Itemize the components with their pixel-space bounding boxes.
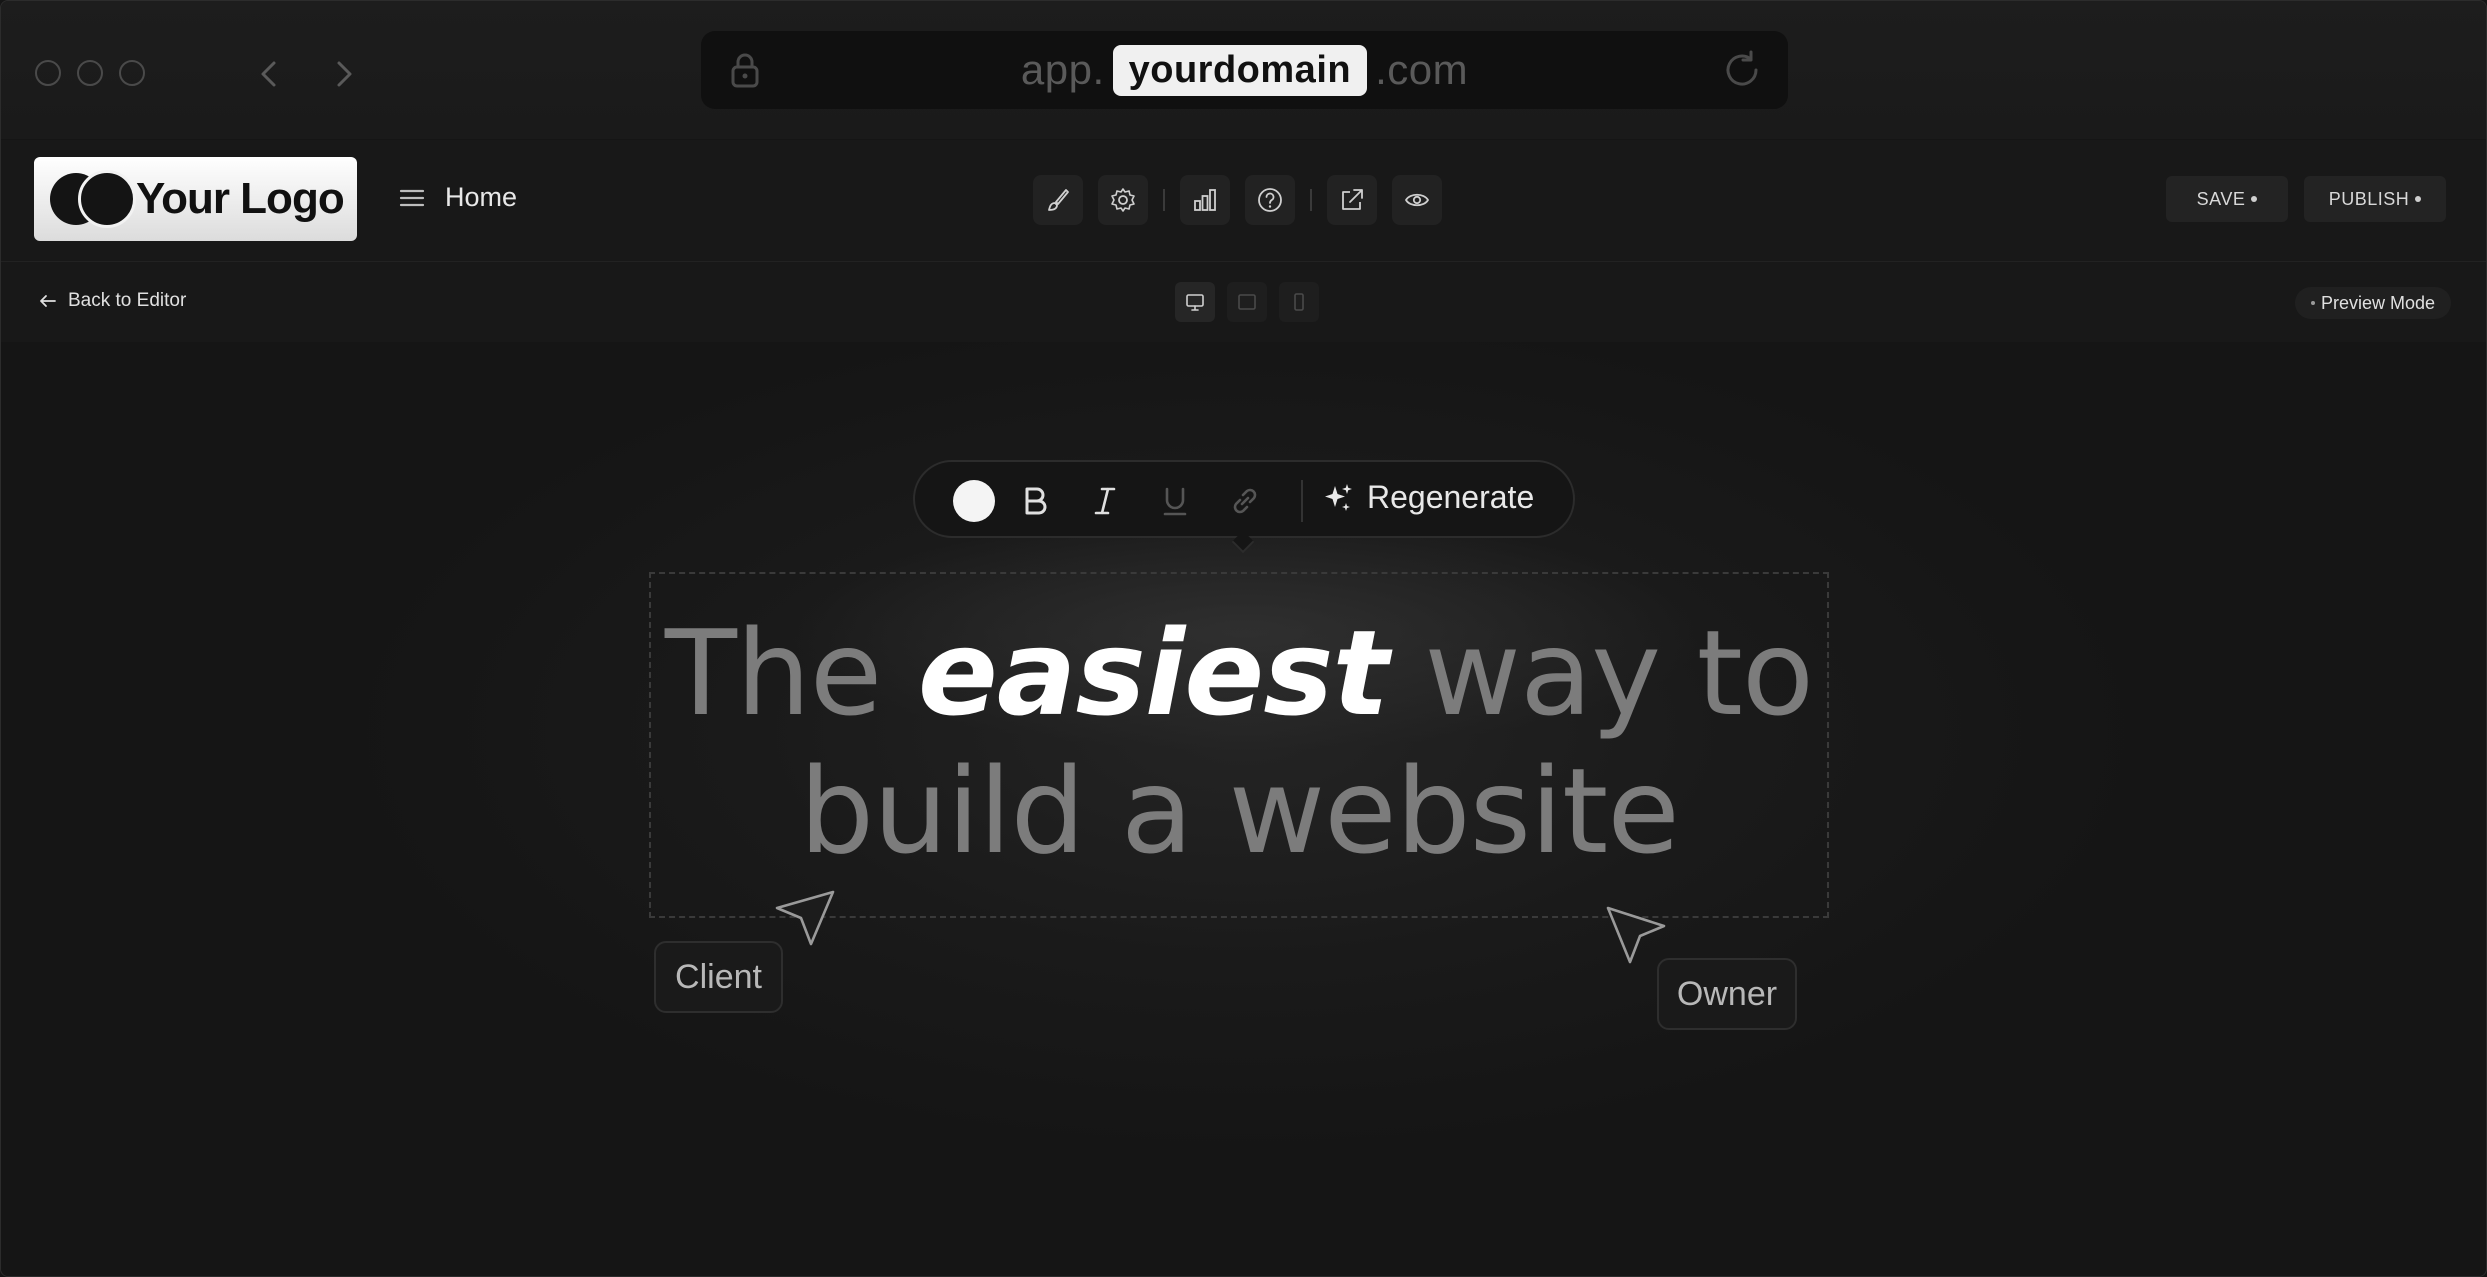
cursor-arrow-icon xyxy=(775,890,835,946)
headline-part-1: The xyxy=(664,604,918,742)
gear-icon xyxy=(1111,188,1135,212)
owner-label: Owner xyxy=(1657,958,1797,1030)
page-menu-button[interactable]: Home xyxy=(397,182,517,213)
arrow-left-icon xyxy=(40,295,56,307)
preview-subbar: Back to Editor Preview Mode xyxy=(1,262,2486,342)
save-label: SAVE xyxy=(2196,188,2246,209)
eye-icon xyxy=(1405,193,1429,207)
publish-label: PUBLISH xyxy=(2328,188,2410,209)
regenerate-label: Regenerate xyxy=(1367,479,1535,515)
bold-button[interactable] xyxy=(1015,481,1055,521)
address-bar[interactable]: app. yourdomain .com xyxy=(701,31,1788,109)
mobile-icon xyxy=(1294,293,1304,311)
settings-button[interactable] xyxy=(1098,175,1148,225)
tablet-icon xyxy=(1238,294,1256,310)
publish-status-dot xyxy=(2415,196,2422,202)
device-switcher xyxy=(1175,282,1319,322)
url-prefix: app. xyxy=(1020,46,1105,93)
client-label-text: Client xyxy=(675,957,762,996)
maximize-window-button[interactable] xyxy=(119,60,145,86)
help-icon xyxy=(1258,188,1282,212)
brush-icon xyxy=(1048,189,1069,211)
app-header: Your Logo Home SAVE PUBLISH xyxy=(1,140,2486,262)
link-button[interactable] xyxy=(1225,481,1265,521)
bar-chart-icon xyxy=(1194,189,1216,211)
underline-button[interactable] xyxy=(1155,481,1195,521)
client-label: Client xyxy=(654,941,783,1013)
logo-text: Your Logo xyxy=(136,174,345,223)
help-button[interactable] xyxy=(1245,175,1295,225)
current-page-label: Home xyxy=(445,182,518,212)
window-controls xyxy=(35,60,145,86)
save-button[interactable]: SAVE xyxy=(2166,176,2288,222)
logo[interactable]: Your Logo xyxy=(34,157,357,241)
url-domain: yourdomain xyxy=(1112,44,1368,96)
editor-canvas: Regenerate The easiest way to build a we… xyxy=(1,342,2486,1276)
tablet-view-button[interactable] xyxy=(1227,282,1267,322)
forward-navigation-button[interactable] xyxy=(324,55,362,93)
owner-label-text: Owner xyxy=(1676,974,1778,1013)
design-button[interactable] xyxy=(1033,175,1083,225)
publish-button[interactable]: PUBLISH xyxy=(2304,176,2446,222)
close-window-button[interactable] xyxy=(35,60,61,86)
desktop-view-button[interactable] xyxy=(1175,282,1215,322)
back-to-editor-label: Back to Editor xyxy=(68,290,187,311)
preview-mode-label: Preview Mode xyxy=(2321,292,2436,313)
toolbar-divider xyxy=(1301,480,1303,522)
save-status-dot xyxy=(2251,196,2258,202)
preview-mode-badge: Preview Mode xyxy=(2295,287,2452,319)
cursor-arrow-icon xyxy=(1606,906,1666,964)
chevron-right-icon xyxy=(337,61,352,87)
minimize-window-button[interactable] xyxy=(77,60,103,86)
toolbar-separator xyxy=(1310,189,1312,211)
link-icon xyxy=(1233,488,1257,514)
preview-button[interactable] xyxy=(1392,175,1442,225)
back-navigation-button[interactable] xyxy=(251,55,289,93)
hero-headline[interactable]: The easiest way to build a website xyxy=(649,604,1829,880)
hamburger-icon xyxy=(399,189,425,206)
text-color-swatch[interactable] xyxy=(953,480,995,522)
headline-emphasis: easiest xyxy=(917,604,1389,742)
sparkle-icon xyxy=(1325,483,1352,511)
preview-mode-dot xyxy=(2311,301,2315,305)
text-format-toolbar: Regenerate xyxy=(913,460,1575,554)
headline-part-2: way to xyxy=(1387,604,1814,742)
underline-icon xyxy=(1163,487,1187,516)
external-link-icon xyxy=(1342,189,1363,210)
header-toolbar xyxy=(1033,175,1457,225)
reload-icon[interactable] xyxy=(1720,48,1764,92)
mobile-view-button[interactable] xyxy=(1279,282,1319,322)
back-to-editor-link[interactable]: Back to Editor xyxy=(38,290,186,312)
client-cursor xyxy=(773,888,835,950)
desktop-icon xyxy=(1186,294,1204,311)
toolbar-separator xyxy=(1163,189,1165,211)
chevron-left-icon xyxy=(261,61,276,87)
logo-mark-icon xyxy=(50,169,136,229)
italic-icon xyxy=(1094,487,1116,515)
owner-cursor xyxy=(1606,906,1668,968)
open-site-button[interactable] xyxy=(1327,175,1377,225)
browser-chrome: app. yourdomain .com xyxy=(1,1,2486,140)
bold-icon xyxy=(1025,487,1047,515)
headline-line-2: build a website xyxy=(799,742,1680,880)
italic-button[interactable] xyxy=(1085,481,1125,521)
url-text: app. yourdomain .com xyxy=(701,31,1788,109)
url-suffix: .com xyxy=(1375,46,1469,93)
regenerate-button[interactable]: Regenerate xyxy=(1321,479,1534,516)
browser-window: app. yourdomain .com Your Logo Home SAVE… xyxy=(0,0,2487,1277)
analytics-button[interactable] xyxy=(1180,175,1230,225)
